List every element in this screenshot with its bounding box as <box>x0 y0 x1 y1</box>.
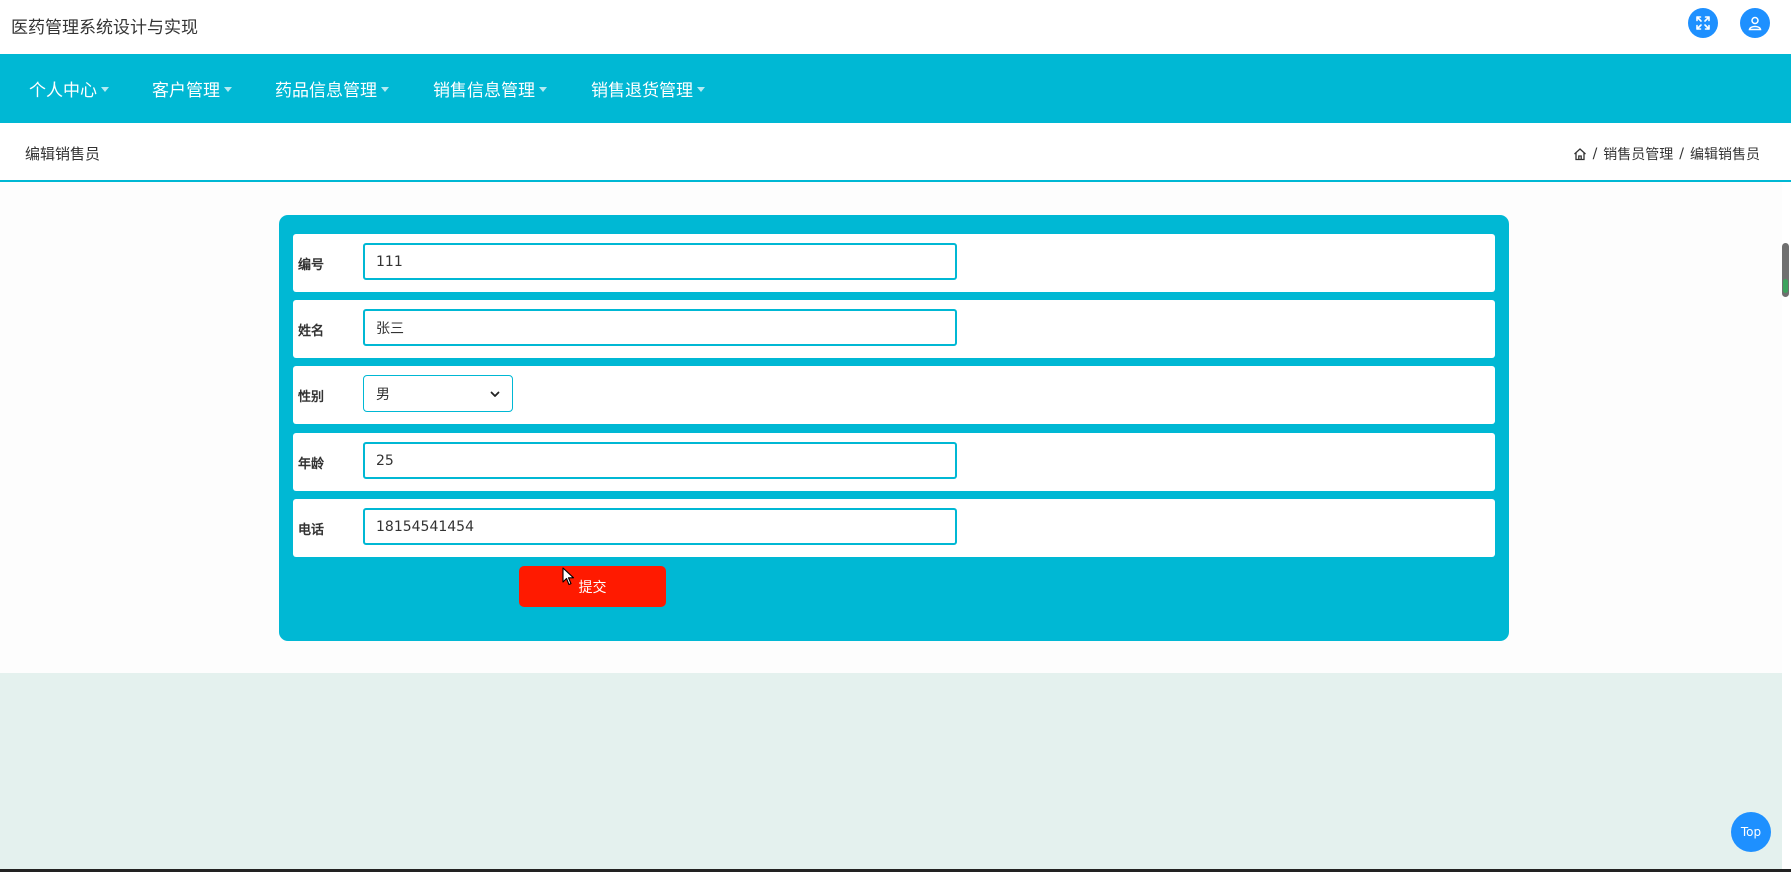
gender-label: 性别 <box>298 390 325 405</box>
breadcrumb: / 销售员管理 / 编辑销售员 <box>1573 144 1760 164</box>
breadcrumb-separator: / <box>1592 146 1598 162</box>
phone-input[interactable] <box>363 508 957 545</box>
fullscreen-icon <box>1696 16 1710 30</box>
page-title: 编辑销售员 <box>25 145 101 163</box>
caret-down-icon <box>539 86 547 92</box>
age-input[interactable] <box>363 442 957 479</box>
nav-item-drug-info-management[interactable]: 药品信息管理 <box>275 76 389 101</box>
name-label: 姓名 <box>298 324 325 339</box>
gender-select[interactable]: 男 <box>363 375 513 412</box>
nav-item-label: 个人中心 <box>29 81 97 101</box>
phone-label: 电话 <box>298 523 325 538</box>
nav-item-sales-return-management[interactable]: 销售退货管理 <box>591 76 705 101</box>
nav-item-personal-center[interactable]: 个人中心 <box>29 76 109 101</box>
form-row-age: 年龄 <box>293 433 1495 491</box>
breadcrumb-item-salesperson-management[interactable]: 销售员管理 <box>1603 144 1673 164</box>
nav-item-label: 客户管理 <box>152 81 220 101</box>
nav-item-sales-info-management[interactable]: 销售信息管理 <box>433 76 547 101</box>
name-input[interactable] <box>363 309 957 346</box>
nav-item-label: 销售信息管理 <box>433 81 535 101</box>
app-title: 医药管理系统设计与实现 <box>11 18 198 38</box>
submit-button[interactable]: 提交 <box>519 566 666 607</box>
top-bar: 医药管理系统设计与实现 <box>0 0 1791 54</box>
breadcrumb-separator: / <box>1679 146 1684 162</box>
caret-down-icon <box>697 86 705 92</box>
nav-item-label: 销售退货管理 <box>591 81 693 101</box>
age-label: 年龄 <box>298 457 325 472</box>
home-icon[interactable] <box>1573 147 1587 161</box>
chevron-down-icon <box>490 391 500 397</box>
form-row-name: 姓名 <box>293 300 1495 358</box>
fullscreen-button[interactable] <box>1688 8 1718 38</box>
content-lower-area <box>0 673 1782 869</box>
form-row-phone: 电话 <box>293 499 1495 557</box>
main-nav: 个人中心 客户管理 药品信息管理 销售信息管理 销售退货管理 <box>0 54 1791 123</box>
breadcrumb-item-current: 编辑销售员 <box>1690 147 1760 163</box>
gender-select-value: 男 <box>376 386 390 403</box>
caret-down-icon <box>224 86 232 92</box>
scrollbar-thumb[interactable] <box>1782 243 1789 297</box>
user-icon <box>1748 16 1762 31</box>
id-input[interactable] <box>363 243 957 280</box>
form-row-id: 编号 <box>293 234 1495 292</box>
back-to-top-button[interactable]: Top <box>1731 812 1771 852</box>
edit-salesperson-form: 编号 姓名 性别 男 年龄 电话 提交 <box>279 215 1509 641</box>
caret-down-icon <box>381 86 389 92</box>
nav-item-customer-management[interactable]: 客户管理 <box>152 76 232 101</box>
user-button[interactable] <box>1740 8 1770 38</box>
page-header: 编辑销售员 / 销售员管理 / 编辑销售员 <box>0 123 1791 182</box>
scrollbar-thumb-accent <box>1783 279 1788 293</box>
mouse-cursor-icon <box>562 567 575 586</box>
nav-item-label: 药品信息管理 <box>275 81 377 101</box>
page: 医药管理系统设计与实现 个人中心 客户管理 药品信息管理 销售信息管理 销售退货… <box>0 0 1791 872</box>
form-row-gender: 性别 男 <box>293 366 1495 424</box>
caret-down-icon <box>101 86 109 92</box>
id-label: 编号 <box>298 258 325 273</box>
